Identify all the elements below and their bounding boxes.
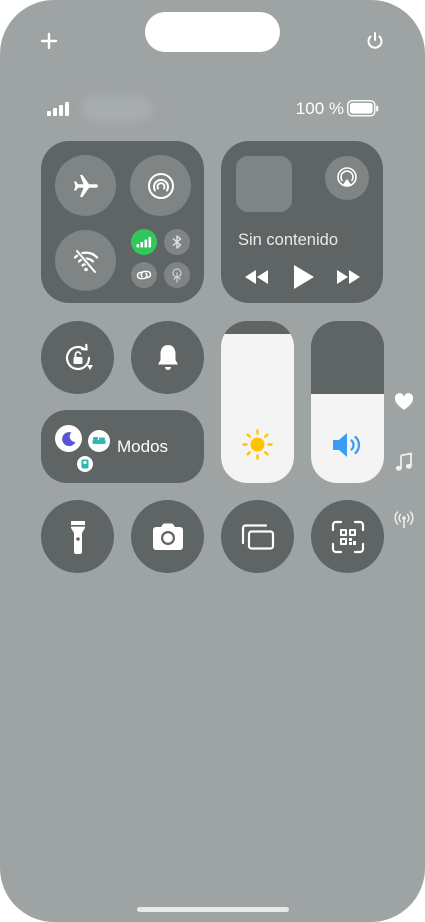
signal-icon bbox=[394, 511, 414, 528]
bluetooth-toggle[interactable] bbox=[164, 229, 190, 255]
camera-icon bbox=[152, 523, 183, 550]
fast-forward-icon bbox=[337, 270, 360, 284]
airplane-icon bbox=[73, 174, 98, 197]
volume-slider[interactable] bbox=[311, 321, 384, 483]
album-artwork bbox=[236, 156, 292, 212]
flashlight-button[interactable] bbox=[41, 500, 114, 573]
signal-bars bbox=[46, 100, 72, 118]
cellular-icon bbox=[136, 237, 152, 248]
now-playing-tile[interactable]: Sin contenido bbox=[221, 141, 383, 303]
add-control-button[interactable] bbox=[36, 28, 62, 54]
rewind-icon bbox=[245, 270, 268, 284]
code-scanner-button[interactable] bbox=[311, 500, 384, 573]
airplay-icon bbox=[337, 167, 357, 187]
play-button[interactable] bbox=[291, 263, 317, 291]
fast-forward-button[interactable] bbox=[334, 267, 362, 287]
wifi-toggle[interactable] bbox=[55, 230, 116, 291]
rotation-lock-toggle[interactable] bbox=[41, 321, 114, 394]
bluetooth-icon bbox=[172, 235, 182, 249]
airplay-button[interactable] bbox=[325, 156, 369, 200]
sun-icon bbox=[241, 428, 274, 461]
personal-hotspot-toggle[interactable] bbox=[131, 262, 157, 288]
rotation-lock-icon bbox=[65, 343, 93, 370]
battery-percentage: 100 % bbox=[295, 99, 344, 118]
heart-icon bbox=[394, 393, 414, 410]
connectivity-tile bbox=[41, 141, 204, 303]
music-page-indicator[interactable] bbox=[392, 450, 416, 474]
airdrop-icon bbox=[147, 172, 174, 199]
moon-icon bbox=[55, 425, 82, 452]
control-center: 100 % Sin contenido Modos bbox=[0, 0, 425, 922]
battery-icon bbox=[347, 100, 379, 117]
dynamic-island bbox=[145, 12, 280, 52]
qr-scanner-icon bbox=[331, 520, 364, 553]
vpn-toggle[interactable] bbox=[164, 262, 190, 288]
signal-strength-icon bbox=[47, 102, 69, 116]
silent-mode-toggle[interactable] bbox=[131, 321, 204, 394]
power-button[interactable] bbox=[362, 28, 388, 54]
plus-icon bbox=[40, 32, 58, 50]
carrier-blur bbox=[82, 96, 152, 122]
screen-mirroring-button[interactable] bbox=[221, 500, 294, 573]
rewind-button[interactable] bbox=[243, 267, 271, 287]
hotspot-icon bbox=[136, 270, 152, 280]
play-icon bbox=[294, 265, 314, 289]
airplane-mode-toggle[interactable] bbox=[55, 155, 116, 216]
airdrop-toggle[interactable] bbox=[130, 155, 191, 216]
focus-modes-tile[interactable]: Modos bbox=[41, 410, 204, 483]
connectivity-page-indicator[interactable] bbox=[392, 508, 416, 532]
flashlight-icon bbox=[70, 520, 85, 554]
power-icon bbox=[367, 32, 383, 49]
home-indicator[interactable] bbox=[137, 907, 289, 912]
cellular-toggle[interactable] bbox=[131, 229, 157, 255]
favorites-page-indicator[interactable] bbox=[392, 390, 416, 414]
camera-button[interactable] bbox=[131, 500, 204, 573]
no-content-label: Sin contenido bbox=[238, 231, 338, 249]
wifi-off-icon bbox=[73, 249, 98, 273]
brightness-slider[interactable] bbox=[221, 321, 294, 483]
screen-mirroring-icon bbox=[241, 523, 274, 550]
speaker-icon bbox=[330, 430, 366, 460]
bell-icon bbox=[157, 344, 178, 370]
vpn-icon bbox=[172, 268, 182, 283]
bed-icon bbox=[88, 430, 110, 452]
music-note-icon bbox=[395, 452, 412, 471]
badge-icon bbox=[77, 456, 93, 472]
focus-label: Modos bbox=[117, 437, 169, 456]
